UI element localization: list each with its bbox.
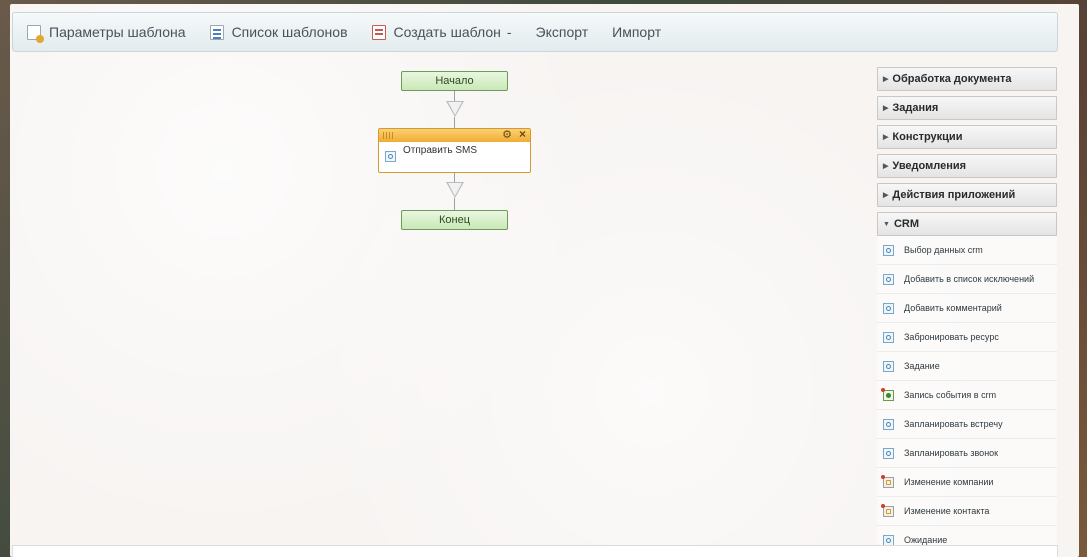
activity-icon xyxy=(385,151,396,162)
list-item[interactable]: Запись события в crm xyxy=(877,381,1057,410)
list-item[interactable]: Запланировать встречу xyxy=(877,410,1057,439)
list-item[interactable]: Задание xyxy=(877,352,1057,381)
section-tasks[interactable]: ▶ Задания xyxy=(877,96,1057,120)
chevron-down-icon: ▼ xyxy=(883,221,890,228)
connector-arrow xyxy=(445,173,465,210)
list-item[interactable]: Изменение контакта xyxy=(877,497,1057,526)
end-node[interactable]: Конец xyxy=(401,210,508,230)
section-label: Действия приложений xyxy=(892,189,1016,201)
item-label: Изменение контакта xyxy=(904,506,990,516)
create-template-caret: - xyxy=(506,24,512,40)
activities-panel: ▶ Обработка документа ▶ Задания ▶ Конструкц… xyxy=(877,67,1057,557)
list-doc-icon xyxy=(209,24,224,40)
activity-icon xyxy=(883,331,894,343)
activity-icon xyxy=(883,244,894,256)
activity-icon xyxy=(883,418,894,430)
item-label: Задание xyxy=(904,361,940,371)
item-label: Выбор данных crm xyxy=(904,245,983,255)
chevron-right-icon: ▶ xyxy=(883,76,889,83)
list-item[interactable]: Добавить в список исключений xyxy=(877,265,1057,294)
start-node-label: Начало xyxy=(435,75,474,87)
activity-icon xyxy=(883,447,894,459)
chevron-right-icon: ▶ xyxy=(883,192,889,199)
section-app-actions[interactable]: ▶ Действия приложений xyxy=(877,183,1057,207)
item-label: Запланировать встречу xyxy=(904,419,1003,429)
list-item[interactable]: Забронировать ресурс xyxy=(877,323,1057,352)
new-doc-icon xyxy=(371,24,386,40)
contact-icon xyxy=(881,503,894,517)
item-label: Добавить в список исключений xyxy=(904,274,1035,284)
section-label: Уведомления xyxy=(892,160,967,172)
item-label: Запланировать звонок xyxy=(904,448,999,458)
template-list-label: Список шаблонов xyxy=(231,24,348,40)
import-label: Импорт xyxy=(612,24,662,40)
chevron-right-icon: ▶ xyxy=(883,105,889,112)
section-label: Обработка документа xyxy=(892,73,1012,85)
section-label: Конструкции xyxy=(892,131,963,143)
activity-header[interactable]: ⚙ × xyxy=(379,127,530,142)
template-params-button[interactable]: Параметры шаблона xyxy=(27,24,186,43)
section-document-processing[interactable]: ▶ Обработка документа xyxy=(877,67,1057,91)
section-constructions[interactable]: ▶ Конструкции xyxy=(877,125,1057,149)
activity-icon xyxy=(883,273,894,285)
create-template-button[interactable]: Создать шаблон - xyxy=(371,24,512,40)
workflow-canvas[interactable]: Начало ⚙ × Отправить SMS Конец xyxy=(12,60,874,545)
create-template-label: Создать шаблон xyxy=(393,24,501,40)
chevron-right-icon: ▶ xyxy=(883,163,889,170)
activity-icon xyxy=(883,534,894,546)
section-crm[interactable]: ▼ CRM xyxy=(877,212,1057,236)
activity-block-send-sms[interactable]: ⚙ × Отправить SMS xyxy=(378,127,531,173)
activity-label: Отправить SMS xyxy=(403,145,478,156)
company-icon xyxy=(881,474,894,488)
list-item[interactable]: Добавить комментарий xyxy=(877,294,1057,323)
activity-icon xyxy=(883,360,894,372)
end-node-label: Конец xyxy=(438,214,471,226)
item-label: Запись события в crm xyxy=(904,390,997,400)
bottom-panel xyxy=(12,545,1058,557)
import-button[interactable]: Импорт xyxy=(612,24,661,40)
activity-icon xyxy=(883,302,894,314)
crm-items-list: Выбор данных crm Добавить в список исклю… xyxy=(877,236,1057,555)
list-item[interactable]: Запланировать звонок xyxy=(877,439,1057,468)
list-item[interactable]: Выбор данных crm xyxy=(877,236,1057,265)
chevron-right-icon: ▶ xyxy=(883,134,889,141)
drag-handle-icon[interactable] xyxy=(383,132,395,139)
item-label: Забронировать ресурс xyxy=(904,332,999,342)
item-label: Добавить комментарий xyxy=(904,303,1002,313)
gear-icon[interactable]: ⚙ xyxy=(502,128,512,141)
item-label: Изменение компании xyxy=(904,477,994,487)
settings-doc-icon xyxy=(27,24,44,43)
template-list-button[interactable]: Список шаблонов xyxy=(209,24,348,40)
export-label: Экспорт xyxy=(535,24,589,40)
close-icon[interactable]: × xyxy=(519,127,526,141)
section-label: Задания xyxy=(892,102,939,114)
list-item[interactable]: Изменение компании xyxy=(877,468,1057,497)
section-label: CRM xyxy=(893,218,919,230)
connector-arrow xyxy=(445,91,465,129)
export-button[interactable]: Экспорт xyxy=(536,24,589,40)
event-icon xyxy=(881,387,894,401)
template-params-label: Параметры шаблона xyxy=(49,24,186,40)
start-node[interactable]: Начало xyxy=(401,71,508,91)
toolbar: Параметры шаблона Список шаблонов Создат… xyxy=(12,12,1058,52)
item-label: Ожидание xyxy=(904,535,948,545)
section-notifications[interactable]: ▶ Уведомления xyxy=(877,154,1057,178)
